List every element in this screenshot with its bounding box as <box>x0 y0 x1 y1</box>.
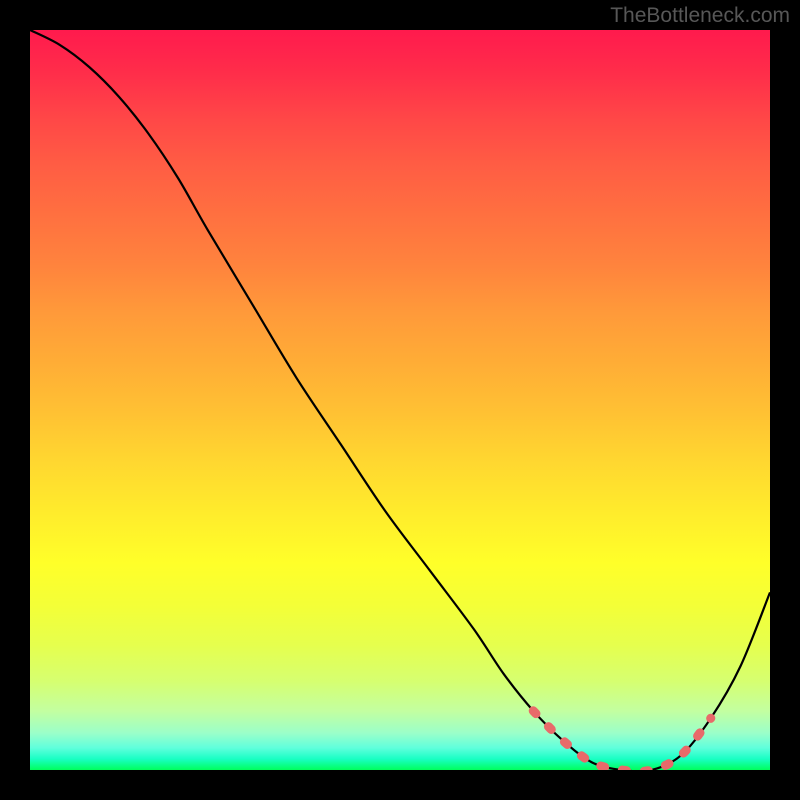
chart-plot-area <box>30 30 770 770</box>
dashed-highlight <box>533 711 711 770</box>
watermark-text: TheBottleneck.com <box>610 4 790 28</box>
curve-line <box>30 30 770 770</box>
chart-svg <box>30 30 770 770</box>
